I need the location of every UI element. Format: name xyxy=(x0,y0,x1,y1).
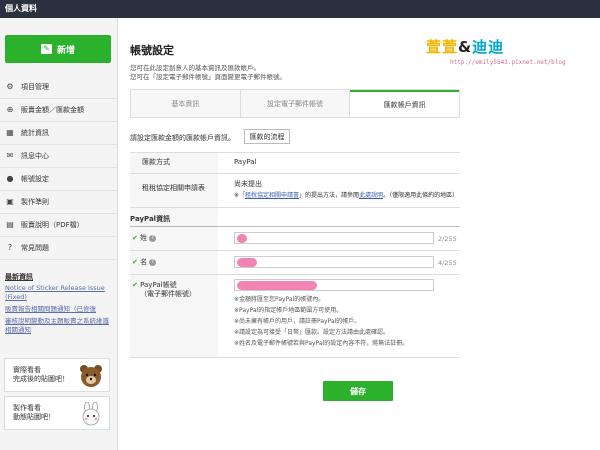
paypal-note: ※姓名及電子郵件帳號若與PayPal的設定內容不符，將無法註冊。 xyxy=(234,340,409,347)
promo-text: 實際看看 完成後的貼圖吧！ xyxy=(13,366,69,383)
tax-form-link[interactable]: 租稅協定相關申請書 xyxy=(245,192,299,199)
sidebar-item-label: 販賣金額／匯款金額 xyxy=(21,106,84,114)
sidebar-item-sales[interactable]: ⊕ 販賣金額／匯款金額 xyxy=(0,99,117,122)
new-item-label: 新增 xyxy=(56,45,75,56)
page-title: 帳號設定 xyxy=(130,44,174,57)
mail-icon: ✉ xyxy=(6,151,14,160)
divider xyxy=(130,250,460,251)
help-icon: ? xyxy=(149,258,157,266)
user-icon: ● xyxy=(6,174,14,183)
sidebar-item-faq[interactable]: ? 常見問題 xyxy=(0,237,117,260)
paypal-email-input[interactable] xyxy=(234,279,434,291)
tab-payment-account[interactable]: 匯款帳戶資訊 xyxy=(350,90,460,117)
redacted-mark xyxy=(237,281,317,290)
top-bar: 個人資料 xyxy=(0,0,600,18)
sidebar-item-guidelines[interactable]: ▣ 製作準則 xyxy=(0,191,117,214)
gear-icon: ⚙ xyxy=(6,82,14,91)
check-icon: ✔ xyxy=(132,258,138,266)
sidebar: ✎ 新增 ⚙ 項目管理 ⊕ 販賣金額／匯款金額 ▦ 統計資訊 ✉ 訊息中心 ● … xyxy=(0,18,118,450)
check-icon: ✔ xyxy=(132,281,138,289)
divider xyxy=(130,274,460,275)
redacted-mark xyxy=(237,234,247,243)
help-icon: ? xyxy=(149,234,157,242)
sidebar-item-sales-pdf[interactable]: ▤ 販賣說明（PDF檔） xyxy=(0,214,117,237)
blog-watermark-url: http://emily5543.pixnet.net/blog xyxy=(450,59,566,66)
news-link[interactable]: 相關通知 xyxy=(5,326,115,335)
last-name-input[interactable] xyxy=(234,232,434,244)
sidebar-item-label: 項目管理 xyxy=(21,83,49,91)
method-value: PayPal xyxy=(234,158,257,166)
pdf-icon: ▤ xyxy=(6,220,14,229)
sidebar-item-account[interactable]: ● 帳號設定 xyxy=(0,168,117,191)
news-link[interactable]: 販賣報告相關問題通知（已修復 xyxy=(5,305,115,314)
news-title: 最新資訊 xyxy=(5,273,33,281)
redacted-mark xyxy=(237,258,257,267)
promo-text: 製作看看 動態貼圖吧！ xyxy=(13,404,55,421)
check-icon: ✔ xyxy=(132,234,138,242)
new-item-button[interactable]: ✎ 新增 xyxy=(5,35,111,63)
tax-help-link[interactable]: 此處說明 xyxy=(359,192,383,199)
bar-chart-icon: ▦ xyxy=(6,128,14,137)
pencil-icon: ✎ xyxy=(40,44,52,54)
tax-label: 租稅協定相關申請表 xyxy=(142,184,205,192)
news-link[interactable]: (Fixed) xyxy=(5,293,115,302)
paypal-account-sublabel: （電子郵件帳號） xyxy=(140,290,196,298)
first-name-counter: 4/255 xyxy=(438,259,457,267)
sidebar-item-label: 販賣說明（PDF檔） xyxy=(21,221,84,229)
brown-bear-icon xyxy=(79,364,103,388)
paypal-note: ※金額將匯至您PayPal的帳號內。 xyxy=(234,296,325,303)
promo-animated-stickers[interactable]: 製作看看 動態貼圖吧！ xyxy=(4,396,110,430)
news-link[interactable]: 審核說明變動及主題販賣之系統維護 xyxy=(5,317,115,326)
sidebar-item-label: 常見問題 xyxy=(21,244,49,252)
promo-preview-stickers[interactable]: 實際看看 完成後的貼圖吧！ xyxy=(4,358,110,392)
method-label: 匯款方式 xyxy=(142,158,170,166)
tax-note: ※「租稅協定相關申請書」的提出方法，請參閱此處說明。（僅限適用此條約的地區） xyxy=(234,192,459,199)
top-bar-title: 個人資料 xyxy=(5,4,37,13)
paypal-account-label: ✔ PayPal帳號 xyxy=(132,281,177,289)
tab-bar: 基本資訊 設定電子郵件帳號 匯款帳戶資訊 xyxy=(130,89,460,118)
question-icon: ? xyxy=(7,243,13,252)
cart-icon: ⊕ xyxy=(6,105,14,114)
tab-basic-info[interactable]: 基本資訊 xyxy=(131,90,241,117)
paypal-note: ※尚未擁有帳戶的用戶，請註冊PayPal的帳戶。 xyxy=(234,318,361,325)
paypal-note: ※請設定為可接受「日幣」匯款。設定方法請由此處確認。 xyxy=(234,329,390,336)
blog-watermark-logo: 萱萱&迪迪 xyxy=(426,38,505,56)
sidebar-item-label: 訊息中心 xyxy=(21,152,49,160)
payment-flow-button[interactable]: 匯款的流程 xyxy=(244,129,290,144)
sidebar-item-label: 帳號設定 xyxy=(21,175,49,183)
page-description: 您可在「設定電子郵件帳號」頁面變更電子郵件帳號。 xyxy=(130,73,286,81)
paypal-note: ※PayPal的指定帳戶地區範圍方可使用。 xyxy=(234,307,343,314)
sidebar-item-label: 製作準則 xyxy=(21,198,49,206)
book-icon: ▣ xyxy=(6,197,14,206)
news-link[interactable]: Notice of Sticker Release Issue xyxy=(5,284,115,293)
first-name-label: ✔ 名? xyxy=(132,258,157,267)
divider xyxy=(130,152,460,153)
last-name-label: ✔ 姓? xyxy=(132,234,157,243)
cony-rabbit-icon xyxy=(79,401,103,426)
intro-text: 請設定匯款金額的匯款帳戶資訊。 xyxy=(130,134,235,142)
sidebar-item-statistics[interactable]: ▦ 統計資訊 xyxy=(0,122,117,145)
sidebar-item-projects[interactable]: ⚙ 項目管理 xyxy=(0,76,117,99)
sidebar-item-messages[interactable]: ✉ 訊息中心 xyxy=(0,145,117,168)
main-content: 帳號設定 您可在此設定創意人的基本資訊及匯款帳戶。 您可在「設定電子郵件帳號」頁… xyxy=(118,18,600,450)
divider xyxy=(130,357,460,358)
divider xyxy=(130,207,460,208)
save-button[interactable]: 儲存 xyxy=(323,381,393,401)
tax-value: 尚未提出 xyxy=(234,180,262,188)
paypal-section-title: PayPal資訊 xyxy=(130,215,171,223)
sidebar-item-label: 統計資訊 xyxy=(21,129,49,137)
tab-email-settings[interactable]: 設定電子郵件帳號 xyxy=(241,90,351,117)
last-name-counter: 2/255 xyxy=(438,235,457,243)
first-name-input[interactable] xyxy=(234,256,434,268)
divider xyxy=(130,173,460,174)
